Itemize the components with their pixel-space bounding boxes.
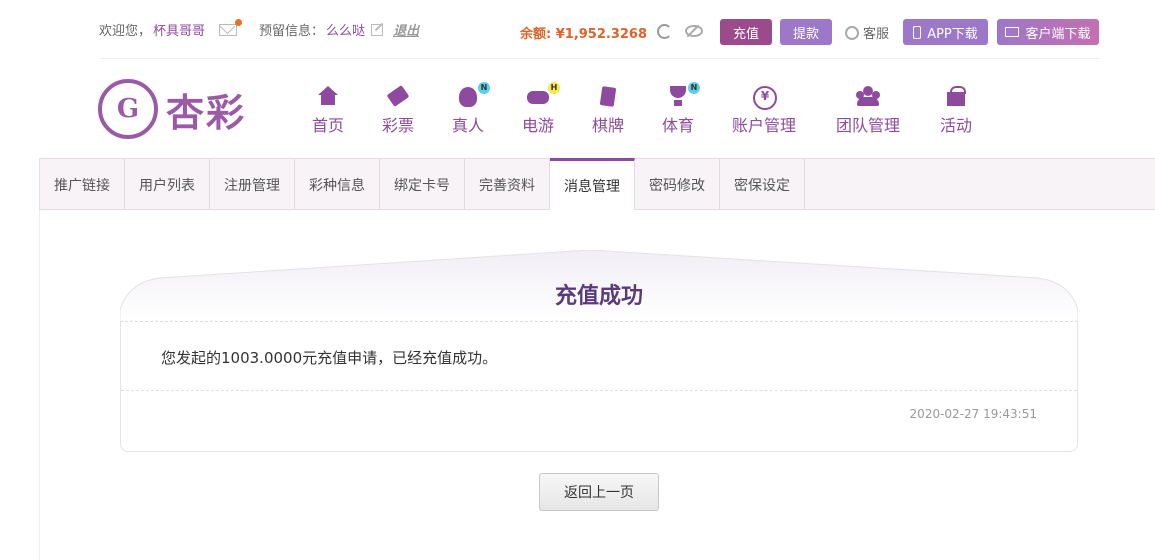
tab-password[interactable]: 密码修改 <box>635 159 720 210</box>
nav-events[interactable]: 活动 <box>940 86 972 136</box>
message-divider <box>121 390 1077 391</box>
nav-label: 体育 <box>662 116 695 135</box>
client-download-label: 客户端下载 <box>1025 26 1091 42</box>
nav-label: 团队管理 <box>836 116 901 135</box>
withdraw-button[interactable]: 提款 <box>780 19 832 45</box>
tab-user-list[interactable]: 用户列表 <box>125 159 210 210</box>
tab-profile[interactable]: 完善资料 <box>465 159 550 210</box>
hide-balance-icon[interactable] <box>685 25 703 37</box>
app-download-label: APP下载 <box>927 26 978 42</box>
hot-badge: H <box>548 82 560 94</box>
logo-text: 杏彩 <box>166 90 247 135</box>
welcome-text: 欢迎您， <box>99 24 152 39</box>
nav-account[interactable]: 账户管理 <box>732 86 796 136</box>
nav-label: 电游 <box>522 116 555 135</box>
refresh-icon[interactable] <box>657 24 672 39</box>
nav-label: 首页 <box>312 116 345 135</box>
nav-chess[interactable]: 棋牌 <box>592 86 624 136</box>
headset-icon <box>845 25 859 40</box>
nav-lottery[interactable]: 彩票 <box>382 86 414 136</box>
gift-icon <box>944 86 968 108</box>
monitor-icon <box>1005 27 1020 37</box>
phone-icon <box>913 25 922 39</box>
nav-label: 棋牌 <box>592 116 625 135</box>
client-download-button[interactable]: 客户端下载 <box>997 19 1099 45</box>
logo-mark: G <box>98 79 158 139</box>
nav-label: 账户管理 <box>732 116 797 135</box>
edit-icon[interactable] <box>371 23 384 36</box>
username-link[interactable]: 杯具哥哥 <box>153 20 205 39</box>
message-title: 充值成功 <box>554 284 643 309</box>
sub-tabs: 推广链接 用户列表 注册管理 彩种信息 绑定卡号 完善资料 消息管理 密码修改 … <box>39 158 1155 210</box>
welcome-area: 欢迎您， 杯具哥哥 预留信息： 么么哒 退出 <box>99 18 419 39</box>
nav-slots[interactable]: H 电游 <box>522 82 560 136</box>
reserve-info-label: 预留信息： <box>259 24 325 39</box>
tab-register-manage[interactable]: 注册管理 <box>210 159 295 210</box>
tab-bind-card[interactable]: 绑定卡号 <box>380 159 465 210</box>
mail-icon[interactable] <box>219 18 243 36</box>
team-icon <box>856 86 880 108</box>
new-badge: N <box>478 82 490 94</box>
reserve-info-value: 么么哒 <box>326 24 366 39</box>
nav-team[interactable]: 团队管理 <box>836 86 900 136</box>
customer-service-label: 客服 <box>863 27 890 42</box>
nav-label: 活动 <box>940 116 973 135</box>
ticket-icon <box>386 86 410 108</box>
gamepad-icon: H <box>526 82 560 108</box>
message-timestamp: 2020-02-27 19:43:51 <box>909 407 1037 421</box>
tab-security-question[interactable]: 密保设定 <box>720 159 805 210</box>
new-badge: N <box>688 82 700 94</box>
app-download-button[interactable]: APP下载 <box>903 19 988 45</box>
back-button[interactable]: 返回上一页 <box>539 473 659 511</box>
recharge-button[interactable]: 充值 <box>720 19 772 45</box>
top-bar: 欢迎您， 杯具哥哥 预留信息： 么么哒 退出 余额: ¥1,952.3268 充… <box>0 0 1155 60</box>
balance-label: 余额: <box>520 27 552 42</box>
customer-service-link[interactable]: 客服 <box>845 23 889 42</box>
tab-messages[interactable]: 消息管理 <box>550 158 635 210</box>
nav-home[interactable]: 首页 <box>312 86 344 136</box>
balance-value: ¥1,952.3268 <box>555 27 648 42</box>
nav-label: 真人 <box>452 116 485 135</box>
tab-promo-link[interactable]: 推广链接 <box>40 159 125 210</box>
nav-live[interactable]: N 真人 <box>452 82 490 136</box>
site-logo[interactable]: G 杏彩 <box>98 78 258 140</box>
yuan-coin-icon <box>752 86 777 110</box>
logout-link[interactable]: 退出 <box>393 20 419 39</box>
cards-icon <box>596 86 620 108</box>
nav-label: 彩票 <box>382 116 415 135</box>
trophy-icon: N <box>666 82 700 108</box>
nav-sports[interactable]: N 体育 <box>662 82 700 136</box>
tab-lottery-info[interactable]: 彩种信息 <box>295 159 380 210</box>
topbar-divider <box>100 58 1100 59</box>
message-body: 您发起的1003.0000元充值申请，已经充值成功。 <box>161 349 498 367</box>
live-dealer-icon: N <box>456 82 490 108</box>
unread-dot <box>235 18 243 26</box>
balance: 余额: ¥1,952.3268 <box>520 23 647 42</box>
home-icon <box>316 86 340 108</box>
message-card: 您发起的1003.0000元充值申请，已经充值成功。 2020-02-27 19… <box>120 321 1078 452</box>
